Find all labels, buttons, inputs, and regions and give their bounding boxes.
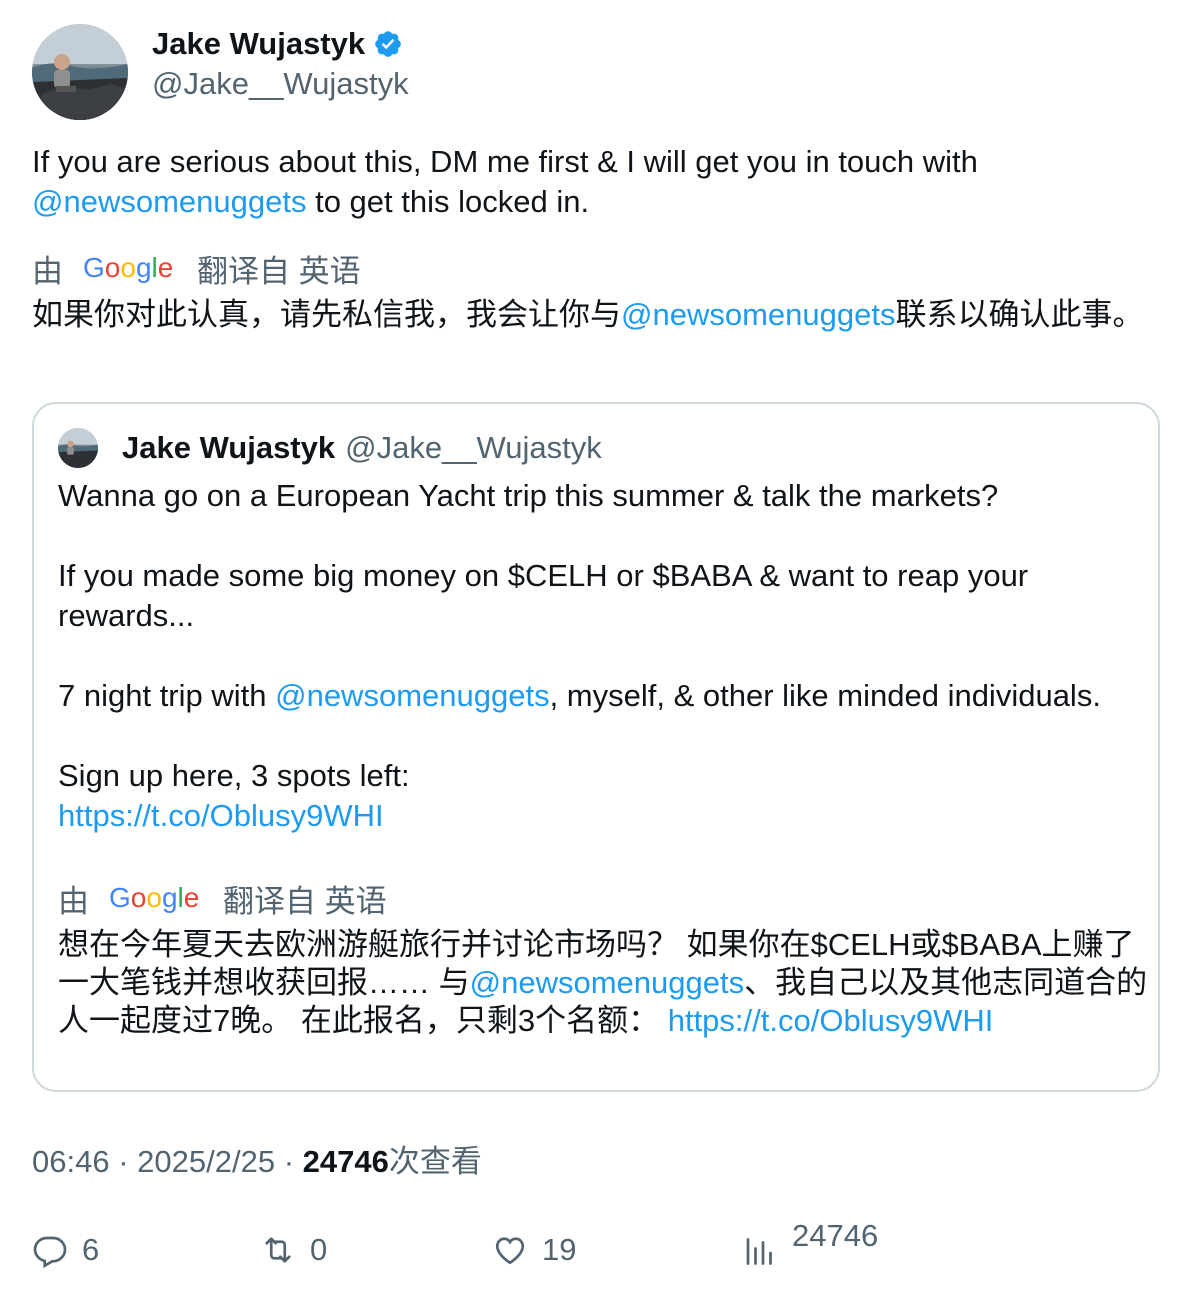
author-display-name[interactable]: Jake Wujastyk <box>152 26 365 62</box>
translate-prefix: 由 <box>32 253 63 289</box>
mention-link[interactable]: @newsomenuggets <box>32 184 306 219</box>
google-logo-icon: Google <box>83 252 173 283</box>
svg-text:Google: Google <box>109 882 199 913</box>
quoted-tweet-card[interactable]: Jake Wujastyk @Jake__Wujastyk Wanna go o… <box>32 402 1160 1092</box>
quoted-tweet-header: Jake Wujastyk @Jake__Wujastyk <box>58 428 602 468</box>
tweet-text-after: to get this locked in. <box>306 184 590 219</box>
quoted-author-display-name: Jake Wujastyk <box>122 430 336 465</box>
quoted-line-3-after: , myself, & other like minded individual… <box>549 678 1101 713</box>
quoted-translated-text: 想在今年夏天去欧洲游艇旅行并讨论市场吗？ 如果你在$CELH或$BABA上赚了一… <box>58 926 1148 1040</box>
retweet-icon <box>265 1237 291 1263</box>
quoted-line-4: Sign up here, 3 spots left: <box>58 758 410 793</box>
quoted-line-1: Wanna go on a European Yacht trip this s… <box>58 478 999 513</box>
like-count: 19 <box>542 1232 577 1267</box>
meta-separator: · <box>283 1144 295 1179</box>
reply-count: 6 <box>82 1232 100 1267</box>
tweet-time[interactable]: 06:46 <box>32 1144 110 1179</box>
tweet-meta: 06:46 · 2025/2/25 · 24746次查看 <box>32 1142 482 1182</box>
quoted-tweet-text: Wanna go on a European Yacht trip this s… <box>58 476 1148 836</box>
views-count: 24746 <box>792 1218 879 1253</box>
translation-mention-link[interactable]: @newsomenuggets <box>621 297 895 332</box>
meta-separator: · <box>118 1144 129 1179</box>
like-button[interactable]: 19 <box>492 1226 576 1274</box>
translation-attribution: 由 Google 翻译自 英语 <box>32 248 361 289</box>
retweet-count: 0 <box>310 1232 328 1267</box>
quoted-author-handle: @Jake__Wujastyk <box>345 430 602 465</box>
translate-prefix: 由 <box>58 883 89 919</box>
author-handle[interactable]: @Jake__Wujastyk <box>152 64 409 104</box>
quoted-translation-url-link[interactable]: https://t.co/Oblusy9WHI <box>668 1003 994 1038</box>
translated-text: 如果你对此认真，请先私信我，我会让你与@newsomenuggets联系以确认此… <box>32 296 1162 334</box>
svg-text:Google: Google <box>83 252 173 283</box>
tweet-actions: 6 0 19 24746 <box>32 1218 1162 1274</box>
quoted-mention-link[interactable]: @newsomenuggets <box>275 678 549 713</box>
tweet-text: If you are serious about this, DM me fir… <box>32 142 1162 222</box>
views-label: 次查看 <box>388 1144 482 1179</box>
avatar-photo <box>32 24 128 120</box>
translation-after: 联系以确认此事。 <box>895 297 1144 332</box>
quoted-translation-mention-link[interactable]: @newsomenuggets <box>470 965 744 1000</box>
views-button[interactable]: 24746 <box>742 1212 879 1265</box>
quoted-url-link[interactable]: https://t.co/Oblusy9WHI <box>58 798 384 833</box>
tweet-date[interactable]: 2025/2/25 <box>137 1144 275 1179</box>
reply-icon <box>33 1236 67 1268</box>
quoted-author-avatar <box>58 428 98 468</box>
view-count: 24746 <box>302 1144 389 1179</box>
translate-suffix: 翻译自 英语 <box>223 883 387 919</box>
heart-icon <box>495 1237 525 1265</box>
tweet-header: Jake Wujastyk @Jake__Wujastyk <box>32 24 409 120</box>
translate-suffix: 翻译自 英语 <box>197 253 361 289</box>
analytics-icon <box>746 1238 772 1265</box>
google-logo-icon: Google <box>109 882 199 913</box>
quoted-line-3: 7 night trip with @newsomenuggets, mysel… <box>58 676 1148 716</box>
avatar-photo <box>58 428 98 468</box>
tweet-text-before: If you are serious about this, DM me fir… <box>32 144 978 179</box>
translation-before: 如果你对此认真，请先私信我，我会让你与 <box>32 297 621 332</box>
reply-button[interactable]: 6 <box>32 1226 99 1274</box>
author-avatar[interactable] <box>32 24 128 120</box>
quoted-translation-attribution: 由 Google 翻译自 英语 <box>58 878 387 919</box>
quoted-line-2: If you made some big money on $CELH or $… <box>58 558 1029 633</box>
verified-badge-icon <box>375 31 401 57</box>
quoted-line-3-before: 7 night trip with <box>58 678 276 713</box>
retweet-button[interactable]: 0 <box>260 1226 327 1274</box>
